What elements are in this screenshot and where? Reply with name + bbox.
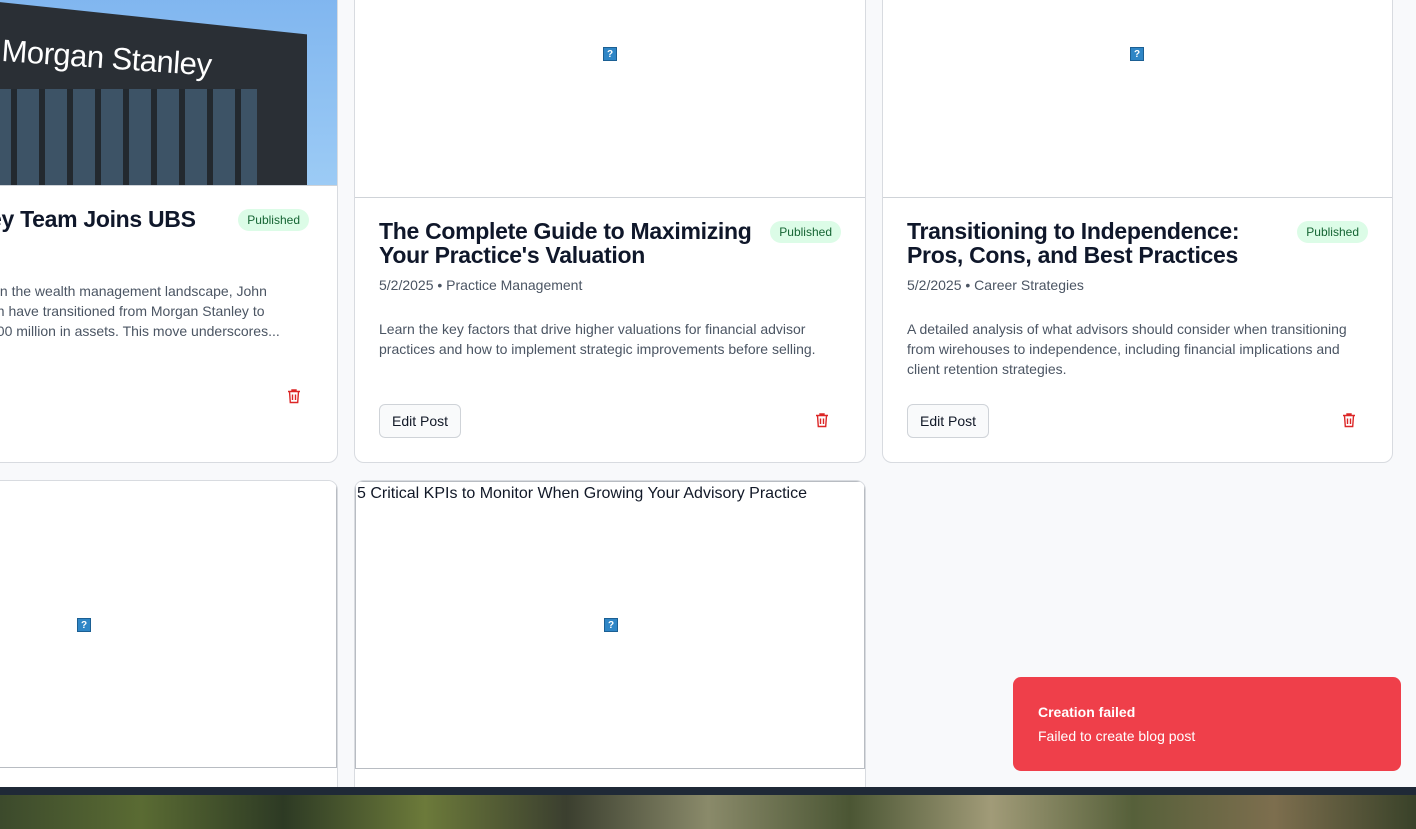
card-2-image: ? <box>355 0 865 198</box>
toast-description: Failed to create blog post <box>1038 728 1196 744</box>
excerpt-line: en have transitioned from Morgan Stanley… <box>0 303 265 319</box>
blog-card-3: ? Transitioning to Independence: Pros, C… <box>882 0 1393 463</box>
blog-card-2: ? The Complete Guide to Maximizing Your … <box>354 0 866 463</box>
card-meta: 5/2/2025 • Practice Management <box>379 277 583 293</box>
status-badge: Published <box>770 221 841 243</box>
building-windows <box>0 89 257 185</box>
image-alt-text: 5 Critical KPIs to Monitor When Growing … <box>357 485 807 502</box>
blog-card-1: Morgan Stanley ey Team Joins UBS Publish… <box>0 0 338 463</box>
card-1-image: Morgan Stanley <box>0 0 337 186</box>
status-badge: Published <box>238 209 309 231</box>
edit-post-button[interactable]: Edit Post <box>379 404 462 438</box>
delete-trash-icon[interactable] <box>1342 412 1356 428</box>
footer-forest-image <box>0 787 1416 829</box>
blog-card-4: ? <box>0 480 338 820</box>
card-5-image: 5 Critical KPIs to Monitor When Growing … <box>355 481 865 769</box>
card-meta: 5/2/2025 • Career Strategies <box>907 277 1084 293</box>
delete-trash-icon[interactable] <box>815 412 829 428</box>
broken-image-icon: ? <box>604 618 618 632</box>
broken-image-icon: ? <box>77 618 91 632</box>
card-2-body: The Complete Guide to Maximizing Your Pr… <box>379 219 841 359</box>
error-toast[interactable]: Creation failed Failed to create blog po… <box>1013 677 1401 771</box>
card-3-image: ? <box>883 0 1392 198</box>
status-badge: Published <box>1297 221 1368 243</box>
card-excerpt: hin the wealth management landscape, Joh… <box>0 281 309 341</box>
delete-trash-icon[interactable] <box>287 388 301 404</box>
card-excerpt: Learn the key factors that drive higher … <box>379 321 816 357</box>
card-4-image: ? <box>0 481 337 768</box>
excerpt-line: 600 million in assets. This move undersc… <box>0 323 280 339</box>
edit-post-button[interactable]: Edit Post <box>907 404 990 438</box>
toast-title: Creation failed <box>1038 704 1136 720</box>
card-1-body: ey Team Joins UBS Published hin the weal… <box>0 207 309 341</box>
excerpt-line: hin the wealth management landscape, Joh… <box>0 283 267 299</box>
card-excerpt: A detailed analysis of what advisors sho… <box>907 321 1347 377</box>
card-3-body: Transitioning to Independence: Pros, Con… <box>907 219 1368 379</box>
blog-card-5: 5 Critical KPIs to Monitor When Growing … <box>354 480 866 820</box>
broken-image-icon: ? <box>1130 47 1144 61</box>
broken-image-icon: ? <box>603 47 617 61</box>
